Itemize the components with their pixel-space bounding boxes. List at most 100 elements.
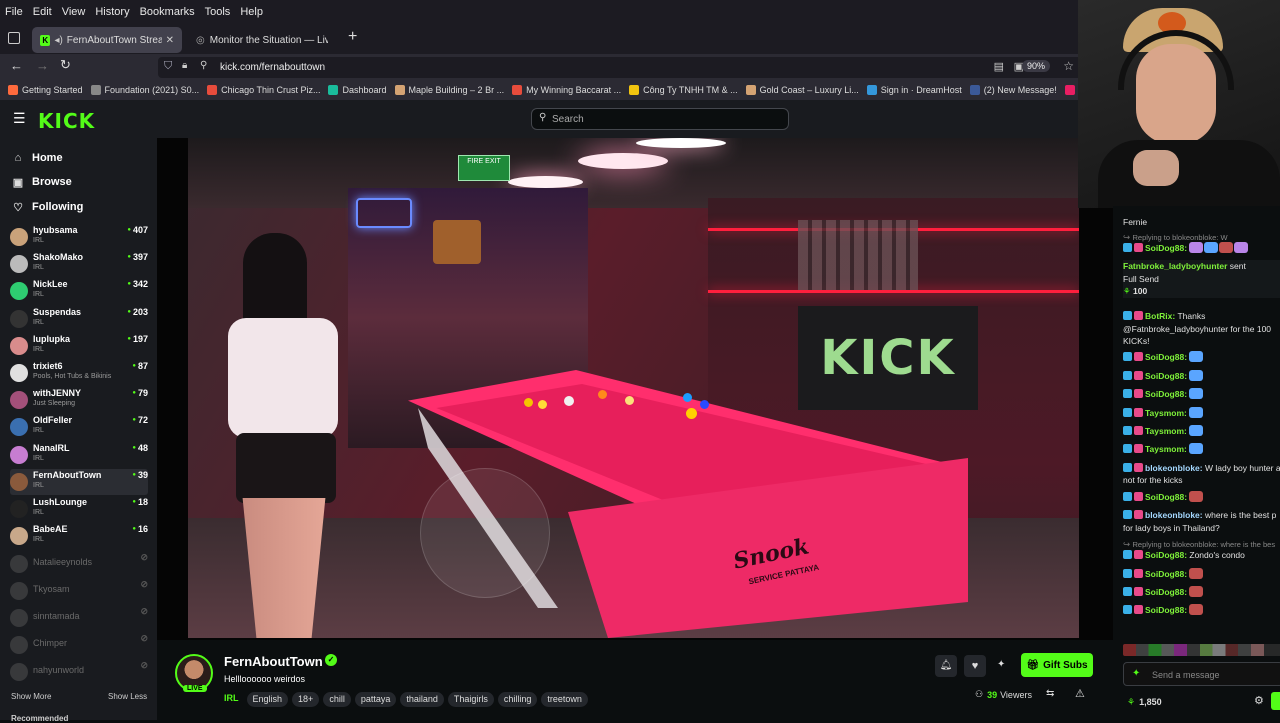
gift-subs-button[interactable]: 🎁︎ Gift Subs	[1021, 653, 1093, 677]
chat-username[interactable]: Fatnbroke_ladyboyhunter	[1123, 261, 1227, 271]
menu-item[interactable]: Edit	[28, 6, 57, 18]
followed-channel-item[interactable]: withJENNYJust Sleeping 79	[10, 387, 148, 413]
followed-channel-item[interactable]: hyubsama IRL 407	[10, 224, 148, 250]
stream-tag[interactable]: English	[246, 692, 289, 707]
chat-username[interactable]: SoiDog88:	[1145, 492, 1187, 502]
bookmark-item[interactable]: Foundation (2021) S0...	[90, 85, 199, 95]
show-more-button[interactable]: Show More	[11, 692, 51, 701]
url-field[interactable]: ⛉ 🔒︎ ⚲ kick.com/fernabouttown ▤ ▣ 90% ☆	[158, 57, 1082, 78]
nav-home[interactable]: ⌂ Home	[12, 148, 63, 168]
channel-viewers: 407	[127, 225, 148, 235]
chat-username[interactable]: blokeonbloke:	[1145, 510, 1203, 520]
follow-heart-button[interactable]: ♥	[964, 655, 986, 677]
stream-tag[interactable]: 18+	[292, 692, 320, 707]
menu-item[interactable]: View	[57, 6, 91, 18]
video-frame[interactable]: FIRE EXIT KICK Snook SERVICE PATTAYA	[188, 138, 1079, 638]
bookmark-item[interactable]: Maple Building – 2 Br ...	[394, 85, 504, 95]
chat-settings-icon[interactable]: ⚙	[1254, 695, 1264, 708]
kicks-balance[interactable]: ⚘ 1,850	[1127, 696, 1162, 709]
offline-channel-item[interactable]: sinntamada ⊘	[10, 605, 148, 631]
followed-channel-item[interactable]: luplupkaIRL 197	[10, 333, 148, 359]
followed-channel-item[interactable]: FernAboutTownIRL 39	[10, 468, 148, 495]
bookmark-item[interactable]: Gold Coast – Luxury Li...	[745, 85, 859, 95]
channel-viewers: 197	[127, 334, 148, 344]
chat-username[interactable]: Fernie	[1123, 217, 1147, 227]
show-less-button[interactable]: Show Less	[108, 692, 147, 701]
sparkle-icon[interactable]: ✦	[997, 659, 1005, 670]
new-tab-icon[interactable]: +	[348, 28, 357, 46]
chat-username[interactable]: Taysmom:	[1145, 408, 1187, 418]
stream-tag[interactable]: chill	[323, 692, 351, 707]
reader-icon[interactable]: ▤	[994, 60, 1004, 73]
search-input[interactable]: ⚲ Search	[531, 108, 789, 130]
chat-username[interactable]: SoiDog88:	[1145, 569, 1187, 579]
stream-tag[interactable]: Thaigirls	[447, 692, 494, 707]
bookmark-item[interactable]: Công Ty TNHH TM & ...	[629, 85, 738, 95]
offline-channel-item[interactable]: nahyunworld ⊘	[10, 659, 148, 685]
bookmark-item[interactable]: Sign in · DreamHost	[866, 85, 962, 95]
speaker-icon[interactable]: ◂)	[54, 35, 62, 46]
chat-username[interactable]: SoiDog88:	[1145, 605, 1187, 615]
category-link[interactable]: IRL	[224, 693, 239, 703]
menu-item[interactable]: History	[90, 6, 134, 18]
share-icon[interactable]: ⇆	[1046, 688, 1054, 699]
followed-channel-item[interactable]: NanaIRLIRL 48	[10, 442, 148, 468]
offline-icon: ⊘	[140, 660, 148, 671]
followed-channel-item[interactable]: SuspendasIRL 203	[10, 306, 148, 332]
back-icon[interactable]: ←	[10, 58, 23, 73]
tab-fernabouttown[interactable]: K ◂) FernAboutTown Stream - W ✕	[32, 27, 182, 53]
chat-username[interactable]: SoiDog88:	[1145, 243, 1187, 253]
reload-icon[interactable]: ↻	[60, 57, 71, 73]
chat-username[interactable]: SoiDog88:	[1145, 587, 1187, 597]
chat-username[interactable]: Taysmom:	[1145, 444, 1187, 454]
chat-username[interactable]: SoiDog88:	[1145, 371, 1187, 381]
chat-username[interactable]: SoiDog88:	[1145, 352, 1187, 362]
video-player[interactable]: FIRE EXIT KICK Snook SERVICE PATTAYA	[157, 138, 1113, 640]
streamer-name[interactable]: FernAboutTown	[224, 654, 323, 669]
followed-channel-item[interactable]: ShakoMakoIRL 397	[10, 251, 148, 277]
offline-channel-item[interactable]: Tkyosam ⊘	[10, 578, 148, 604]
chat-username[interactable]: Taysmom:	[1145, 426, 1187, 436]
tab-list-icon[interactable]	[8, 32, 20, 44]
star-icon[interactable]: ☆	[1063, 59, 1074, 73]
viewer-count: ⚇ 39 Viewers	[975, 689, 1032, 700]
offline-channel-item[interactable]: Natalieeynolds ⊘	[10, 551, 148, 577]
bookmark-item[interactable]: Dashboard	[328, 85, 387, 95]
followed-channel-item[interactable]: NickLeeIRL 342	[10, 278, 148, 304]
chat-input[interactable]: ✦ Send a message	[1123, 662, 1280, 686]
chat-username[interactable]: BotRix:	[1145, 311, 1175, 321]
nav-following[interactable]: ♡ Following	[12, 197, 83, 217]
chat-username[interactable]: SoiDog88:	[1145, 389, 1187, 399]
notification-bell-button[interactable]: 🔔︎	[935, 655, 957, 677]
bookmark-label: Công Ty TNHH TM & ...	[643, 85, 738, 95]
badge-icon	[1134, 587, 1143, 596]
kick-logo[interactable]: KICK	[38, 109, 95, 133]
chat-send-button[interactable]	[1271, 692, 1280, 710]
stream-tag[interactable]: pattaya	[354, 692, 397, 707]
offline-channel-item[interactable]: Chimper ⊘	[10, 632, 148, 658]
menu-item[interactable]: File	[0, 6, 28, 18]
stream-tag[interactable]: thailand	[400, 692, 444, 707]
hamburger-menu-icon[interactable]: ☰	[13, 110, 26, 127]
menu-item[interactable]: Bookmarks	[135, 6, 200, 18]
followed-channel-item[interactable]: LushLounge IRL 18	[10, 496, 148, 522]
stream-tag[interactable]: chilling	[497, 692, 538, 707]
menu-item[interactable]: Tools	[200, 6, 236, 18]
bookmark-item[interactable]: (2) New Message!	[969, 85, 1057, 95]
nav-browse[interactable]: ▣ Browse	[12, 172, 72, 192]
tab-monitor[interactable]: ◎ Monitor the Situation — Live G	[188, 27, 338, 53]
followed-channel-item[interactable]: trixiet6 Pools, Hot Tubs & Bikinis 87	[10, 360, 148, 386]
stream-tag[interactable]: treetown	[541, 692, 588, 707]
chat-username[interactable]: blokeonbloke:	[1145, 463, 1203, 473]
zoom-level[interactable]: 90%	[1021, 60, 1050, 72]
bookmark-item[interactable]: Chicago Thin Crust Piz...	[207, 85, 320, 95]
followed-channel-item[interactable]: OldFellerIRL 72	[10, 414, 148, 440]
followed-channel-item[interactable]: BabeAEIRL 16	[10, 523, 148, 549]
report-icon[interactable]: ⚠	[1075, 687, 1085, 700]
forward-icon[interactable]: →	[36, 58, 49, 73]
chat-username[interactable]: SoiDog88:	[1145, 550, 1187, 560]
bookmark-item[interactable]: My Winning Baccarat ...	[512, 85, 621, 95]
bookmark-item[interactable]: Getting Started	[8, 85, 83, 95]
close-tab-icon[interactable]: ✕	[166, 35, 174, 46]
menu-item[interactable]: Help	[235, 6, 268, 18]
